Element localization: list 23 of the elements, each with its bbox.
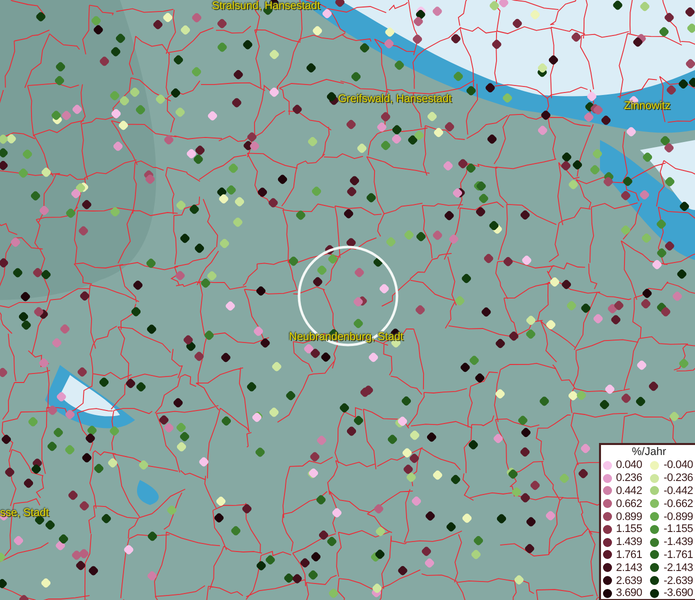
legend-value: 2.639 <box>616 574 644 587</box>
legend-value: 1.439 <box>616 536 644 548</box>
legend-value: -1.439 <box>663 536 693 548</box>
legend-value: -3.690 <box>663 587 693 600</box>
legend-value: 1.761 <box>616 548 644 561</box>
legend-value: -0.040 <box>663 459 693 472</box>
legend-value: -1.761 <box>663 548 693 561</box>
legend-value: 0.236 <box>616 472 644 484</box>
legend-value: -2.143 <box>663 562 693 574</box>
legend-title: %/Jahr <box>630 446 668 459</box>
legend-value: 0.040 <box>616 459 644 472</box>
legend-value: -0.236 <box>663 472 693 484</box>
legend-value: -0.442 <box>663 484 693 497</box>
legend-value: 0.442 <box>616 484 644 497</box>
legend-value: 0.899 <box>616 510 644 523</box>
legend-value: 1.155 <box>616 523 644 536</box>
legend-value: -1.155 <box>663 523 693 536</box>
legend-value: 2.143 <box>616 562 644 574</box>
legend-value: 3.690 <box>616 587 644 600</box>
legend-value: -0.662 <box>663 498 693 510</box>
legend-value: -2.639 <box>663 574 693 587</box>
legend-value: -0.899 <box>663 510 693 523</box>
legend-value: 0.662 <box>616 498 644 510</box>
